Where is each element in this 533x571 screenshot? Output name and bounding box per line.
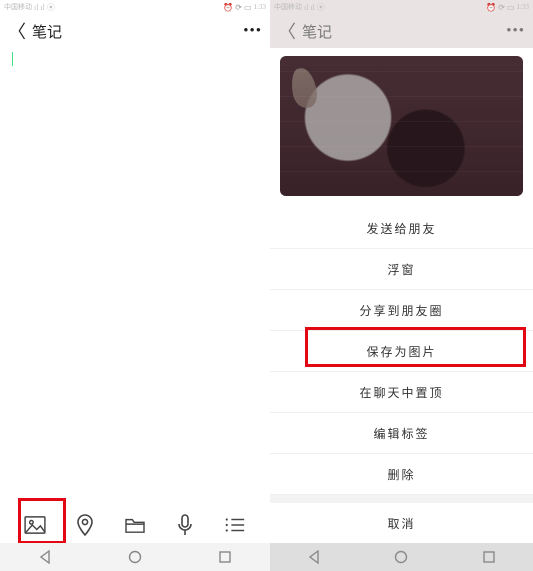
nav-recent-icon[interactable] [218,550,232,564]
sheet-item-label: 浮窗 [387,261,415,278]
editor-toolbar [0,507,270,543]
header: 〈 笔记 ••• [0,14,270,48]
sheet-save-image[interactable]: 保存为图片 [270,331,533,372]
phone-right: 中国移动 ıl ıl ⦿ ⏰ ⟳ ▭ 1:33 〈 笔记 ••• 发送给朋友 浮… [270,0,533,571]
sheet-item-label: 编辑标签 [373,425,429,442]
location-icon[interactable] [69,509,101,541]
wifi-icon: ⦿ [47,2,55,13]
sheet-item-label: 发送给朋友 [366,220,436,237]
alarm-icon: ⏰ [486,3,496,12]
nav-home-icon[interactable] [128,550,142,564]
sheet-pin-chat[interactable]: 在聊天中置顶 [270,372,533,413]
more-icon[interactable]: ••• [506,23,525,40]
sheet-delete[interactable]: 删除 [270,454,533,495]
sheet-cancel[interactable]: 取消 [270,503,533,543]
system-nav [270,543,533,571]
more-icon[interactable]: ••• [243,23,262,40]
nav-home-icon[interactable] [394,550,408,564]
sheet-float-window[interactable]: 浮窗 [270,249,533,290]
header-title: 笔记 [32,21,62,42]
wifi-icon: ⦿ [317,2,325,13]
time-text: 1:33 [517,3,529,11]
sheet-item-label: 删除 [387,466,415,483]
text-cursor [12,52,13,66]
sync-icon: ⟳ [235,3,242,12]
signal-icon: ıl ıl [34,3,45,12]
note-editor[interactable] [0,48,270,528]
sheet-gap [270,495,533,503]
phone-left: 中国移动 ıl ıl ⦿ ⏰ ⟳ ▭ 1:33 〈 笔记 ••• [0,0,270,571]
status-bar: 中国移动 ıl ıl ⦿ ⏰ ⟳ ▭ 1:33 [0,0,270,14]
system-nav [0,543,270,571]
status-bar: 中国移动 ıl ıl ⦿ ⏰ ⟳ ▭ 1:33 [270,0,533,14]
time-text: 1:33 [254,3,266,11]
image-icon[interactable] [19,509,51,541]
sheet-edit-tag[interactable]: 编辑标签 [270,413,533,454]
sheet-share-moments[interactable]: 分享到朋友圈 [270,290,533,331]
header-title: 笔记 [302,21,332,42]
signal-icon: ıl ıl [304,3,315,12]
nav-back-icon[interactable] [38,550,52,564]
sheet-send-friend[interactable]: 发送给朋友 [270,208,533,249]
mic-icon[interactable] [169,509,201,541]
list-icon[interactable] [219,509,251,541]
action-sheet: 发送给朋友 浮窗 分享到朋友圈 保存为图片 在聊天中置顶 编辑标签 删除 取消 [270,208,533,543]
battery-icon: ▭ [507,3,515,12]
sheet-cancel-label: 取消 [387,515,415,532]
carrier-text: 中国移动 [4,2,32,12]
folder-icon[interactable] [119,509,151,541]
sheet-item-label: 分享到朋友圈 [359,302,443,319]
alarm-icon: ⏰ [223,3,233,12]
nav-back-icon[interactable] [307,550,321,564]
battery-icon: ▭ [244,3,252,12]
carrier-text: 中国移动 [274,2,302,12]
sync-icon: ⟳ [498,3,505,12]
nav-recent-icon[interactable] [482,550,496,564]
back-icon[interactable]: 〈 [278,18,296,44]
back-icon[interactable]: 〈 [8,18,26,44]
note-image[interactable] [280,56,523,196]
dim-overlay [280,56,523,196]
sheet-item-label: 在聊天中置顶 [359,384,443,401]
sheet-item-label: 保存为图片 [366,343,436,360]
header: 〈 笔记 ••• [270,14,533,48]
